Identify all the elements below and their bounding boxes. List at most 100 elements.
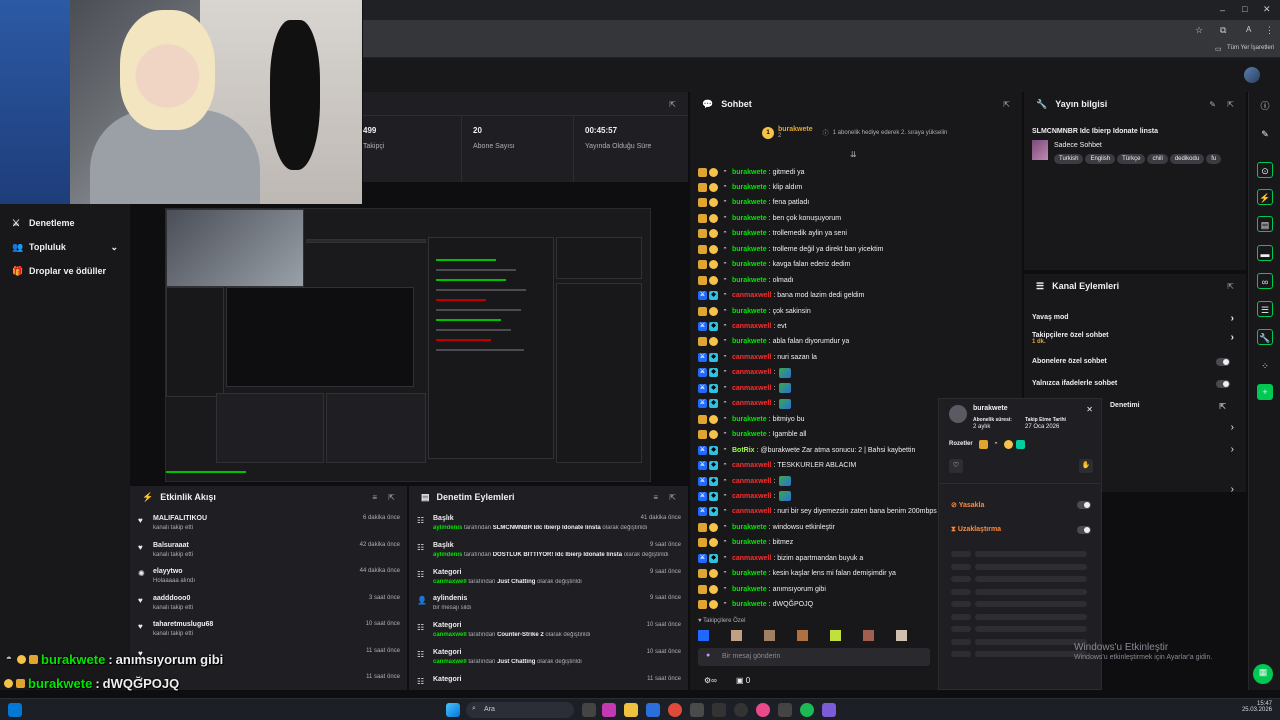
chat-username[interactable]: canmaxwell xyxy=(732,292,771,299)
chat-message[interactable]: ◓ burakwete: kavga falan ederiz dedim xyxy=(698,258,1018,272)
chat-message[interactable]: ◓ burakwete: çok sakinsin xyxy=(698,304,1018,318)
chat-message[interactable]: ◓ burakwete: trollemedik aylin ya seni xyxy=(698,227,1018,241)
chevron-right-icon[interactable]: › xyxy=(1231,484,1234,495)
edit-icon[interactable]: ✎ xyxy=(1209,100,1216,109)
nav-item-topluluk[interactable]: 👥 Topluluk ⌄ xyxy=(12,242,118,253)
followers-only-row[interactable]: Takipçilere özel sohbet 1 dk. › xyxy=(1032,332,1238,345)
file-explorer-icon[interactable] xyxy=(624,703,638,717)
chat-username[interactable]: canmaxwell xyxy=(732,493,771,500)
spotify-icon[interactable] xyxy=(800,703,814,717)
chat-username[interactable]: burakwete xyxy=(732,230,767,237)
maximize-icon[interactable]: □ xyxy=(1242,4,1247,14)
add-widget-icon[interactable]: + xyxy=(1257,384,1273,400)
chat-username[interactable]: burakwete xyxy=(732,586,767,593)
chat-settings-icon[interactable]: ⚙∞ xyxy=(704,676,717,685)
clock[interactable]: 15:47 25.03.2026 xyxy=(1240,701,1272,713)
minimize-icon[interactable]: – xyxy=(1220,5,1225,15)
chat-username[interactable]: burakwete xyxy=(732,199,767,206)
chat-username[interactable]: burakwete xyxy=(732,261,767,268)
app-icon[interactable] xyxy=(778,703,792,717)
chat-message[interactable]: ◓ burakwete: fena patladı xyxy=(698,196,1018,210)
stream-tag[interactable]: Türkçe xyxy=(1117,154,1146,164)
ban-row[interactable]: ⊘ Yasakla xyxy=(951,501,984,509)
chat-message[interactable]: ◓ burakwete: ben çok konuşuyorum xyxy=(698,211,1018,225)
mod-action-item[interactable]: ☷ Kategori 11 saat önce xyxy=(417,675,681,701)
activity-item[interactable]: ♥ MALIFALITIKOU kanalı takip etti 6 dakika … xyxy=(138,514,400,540)
chat-username[interactable]: canmaxwell xyxy=(732,478,771,485)
follow-heart-button[interactable]: ♡ xyxy=(949,459,963,473)
mod-hand-button[interactable]: ✋ xyxy=(1079,459,1093,473)
extensions-icon[interactable]: ⧉ xyxy=(1220,25,1226,36)
chat-username[interactable]: canmaxwell xyxy=(732,400,771,407)
subs-only-toggle[interactable] xyxy=(1216,358,1230,366)
mod-action-item[interactable]: 👤 aylindenis bir mesajı sildi 9 saat önce xyxy=(417,594,681,620)
chat-username[interactable]: burakwete xyxy=(732,601,767,608)
link-icon[interactable]: ∞ xyxy=(1257,273,1273,289)
emote-icon[interactable] xyxy=(830,630,841,641)
star-icon[interactable]: ☆ xyxy=(1195,25,1203,36)
chat-username[interactable]: BotRix xyxy=(732,447,755,454)
mod-action-item[interactable]: ☷ Başlık aylindenis tarafından DOSTLUK BİT… xyxy=(417,541,681,567)
nav-item-droplar[interactable]: 🎁 Droplar ve ödüller xyxy=(12,266,106,276)
nav-item-denetleme[interactable]: ⚔ Denetleme xyxy=(12,218,75,228)
popout-icon[interactable]: ⇱ xyxy=(388,493,395,502)
chat-widget-icon[interactable]: ▦ xyxy=(1253,664,1273,684)
wrench-icon[interactable]: 🔧 xyxy=(1257,329,1273,345)
chat-username[interactable]: canmaxwell xyxy=(732,385,771,392)
close-icon[interactable]: ✕ xyxy=(1086,405,1093,414)
chat-username[interactable]: canmaxwell xyxy=(732,508,771,515)
chat-message[interactable]: ◓ burakwete: klip aldım xyxy=(698,180,1018,194)
connections-icon[interactable]: ⁘ xyxy=(1257,358,1273,374)
chat-username[interactable]: burakwete xyxy=(732,416,767,423)
emote-icon[interactable] xyxy=(797,630,808,641)
popout-icon[interactable]: ⇱ xyxy=(1227,100,1234,109)
emote-icon[interactable] xyxy=(896,630,907,641)
emote-icon[interactable] xyxy=(698,630,709,641)
popout-icon[interactable]: ⇱ xyxy=(1219,402,1226,411)
profile-icon[interactable]: A xyxy=(1246,25,1251,34)
stream-tag[interactable]: Turkish xyxy=(1054,154,1084,164)
app-icon[interactable] xyxy=(712,703,726,717)
activity-item[interactable]: ♥ aadddooo0 kanalı takip etti 3 saat önce xyxy=(138,594,400,620)
chat-message[interactable]: ⚔ ◆ ◓ canmaxwell: nuri sazan la xyxy=(698,350,1018,364)
chat-username[interactable]: burakwete xyxy=(732,277,767,284)
chat-username[interactable]: canmaxwell xyxy=(732,323,771,330)
chat-bubble-icon[interactable]: ▬ xyxy=(1257,245,1273,261)
chat-username[interactable]: burakwete xyxy=(732,524,767,531)
task-view-icon[interactable] xyxy=(582,703,596,717)
desktop-icon[interactable] xyxy=(8,703,22,717)
popout-icon[interactable]: ⇱ xyxy=(1003,100,1010,109)
bolt-icon[interactable]: ⚡ xyxy=(1257,189,1273,205)
subs-only-row[interactable]: Abonelere özel sohbet xyxy=(1032,358,1238,366)
chat-username[interactable]: burakwete xyxy=(732,215,767,222)
chat-message[interactable]: ⚔ ◆ ◓ canmaxwell: xyxy=(698,366,1018,380)
activity-item[interactable]: ♥ taharetmuslugu68 kanalı takip etti 10 saa… xyxy=(138,620,400,646)
scroll-down-icon[interactable]: ⇊ xyxy=(850,150,857,159)
mod-action-item[interactable]: ☷ Başlık aylindenis tarafından SLMCNMNBR I… xyxy=(417,514,681,540)
stream-preview[interactable] xyxy=(130,182,688,484)
mod-action-item[interactable]: ☷ Kategori canmaxwell tarafından Counter-S… xyxy=(417,621,681,647)
chat-username[interactable]: burakwete xyxy=(732,539,767,546)
timeout-toggle[interactable] xyxy=(1077,526,1091,534)
taskbar-search[interactable]: ⌕ Ara xyxy=(466,702,574,718)
chat-username[interactable]: canmaxwell xyxy=(732,555,771,562)
steam-icon[interactable] xyxy=(690,703,704,717)
ban-toggle[interactable] xyxy=(1077,501,1091,509)
emote-only-toggle[interactable] xyxy=(1216,380,1230,388)
chat-message[interactable]: ⚔ ◆ ◓ canmaxwell: bana mod lazim dedi geldim xyxy=(698,289,1018,303)
leaderboard-pin[interactable]: 1 burakwete 2 ⓘ 1 abonelik hediye ederek… xyxy=(762,126,947,139)
moderation-row[interactable]: Denetimi ⇱ xyxy=(1110,402,1230,411)
mod-action-item[interactable]: ☷ Kategori canmaxwell tarafından Just Chat… xyxy=(417,568,681,594)
filter-icon[interactable]: ≡ xyxy=(372,493,377,502)
stream-tag[interactable]: chill xyxy=(1147,154,1168,164)
chrome-icon[interactable] xyxy=(668,703,682,717)
chat-message[interactable]: ◓ burakwete: gitmedi ya xyxy=(698,165,1018,179)
chat-username[interactable]: burakwete xyxy=(732,431,767,438)
stream-tag[interactable]: dedikodu xyxy=(1169,154,1205,164)
chat-message[interactable]: ◓ burakwete: olmadı xyxy=(698,273,1018,287)
chat-username[interactable]: burakwete xyxy=(732,169,767,176)
menu-icon[interactable]: ⋮ xyxy=(1265,25,1274,36)
chat-input[interactable]: ● Bir mesaj gönderin xyxy=(698,648,930,666)
emote-picker-icon[interactable]: ● xyxy=(706,652,710,659)
filter-icon[interactable]: ≡ xyxy=(653,493,658,502)
